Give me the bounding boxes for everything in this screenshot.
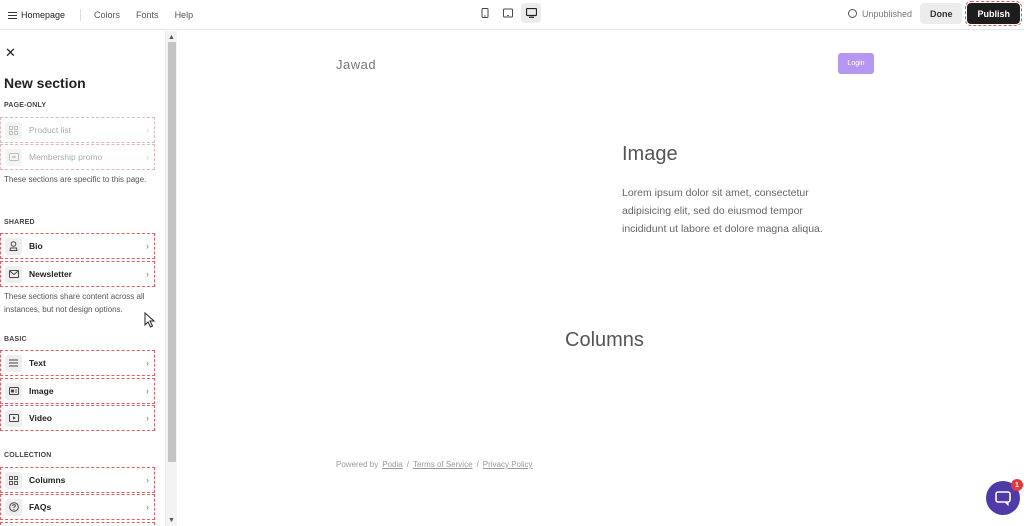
top-bar-right: Unpublished Done Publish <box>847 1 1022 26</box>
section-item-text[interactable]: Text › <box>0 350 155 376</box>
chevron-right-icon: › <box>146 413 149 423</box>
done-button[interactable]: Done <box>919 3 963 24</box>
hamburger-menu-icon <box>8 11 17 19</box>
page-preview: Jawad Login Image Lorem ipsum dolor sit … <box>177 31 1024 526</box>
section-item-label: Text <box>29 358 46 368</box>
chevron-right-icon: › <box>146 502 149 512</box>
section-item-label: FAQs <box>29 502 52 512</box>
section-item-label: Image <box>29 386 54 396</box>
notification-badge: 1 <box>1011 479 1023 491</box>
device-switcher <box>475 3 541 23</box>
mobile-view-button[interactable] <box>475 3 495 23</box>
grid-icon <box>5 121 22 139</box>
section-item-faqs[interactable]: FAQs › <box>0 494 155 520</box>
terms-link[interactable]: Terms of Service <box>413 460 473 469</box>
section-item-label: Bio <box>29 241 43 251</box>
person-icon <box>5 237 22 255</box>
scroll-up-arrow-icon[interactable]: ▲ <box>168 34 175 41</box>
image-section-title[interactable]: Image <box>622 143 678 166</box>
chevron-right-icon: › <box>146 125 149 135</box>
homepage-label: Homepage <box>21 10 66 20</box>
nav-fonts[interactable]: Fonts <box>136 10 159 20</box>
section-item-label: Columns <box>29 475 66 485</box>
footer-separator: / <box>476 460 479 469</box>
section-item-video[interactable]: Video › <box>0 405 155 431</box>
nav-help[interactable]: Help <box>175 10 194 20</box>
group-label-collection: COLLECTION <box>4 452 52 459</box>
new-section-panel: ✕ New section PAGE-ONLY Product list › M… <box>0 31 165 526</box>
section-item-label: Membership promo <box>29 152 103 162</box>
text-lines-icon <box>5 354 22 372</box>
section-item-label: Newsletter <box>29 269 72 279</box>
publish-button[interactable]: Publish <box>965 1 1022 26</box>
panel-title: New section <box>4 75 86 91</box>
group-label-shared: SHARED <box>4 219 35 226</box>
status-circle-icon <box>847 9 857 18</box>
tablet-view-button[interactable] <box>498 3 518 23</box>
chevron-right-icon: › <box>146 269 149 279</box>
grid-icon <box>5 471 22 489</box>
group-label-basic: BASIC <box>4 336 27 343</box>
group-label-page-only: PAGE-ONLY <box>4 102 47 109</box>
top-bar: Homepage Colors Fonts Help Unpublished D… <box>0 0 1024 30</box>
video-icon <box>5 409 22 427</box>
footer-separator: / <box>406 460 409 469</box>
shared-note: These sections share content across all … <box>4 292 145 314</box>
chevron-right-icon: › <box>146 358 149 368</box>
columns-section-title[interactable]: Columns <box>565 329 644 352</box>
site-brand[interactable]: Jawad <box>336 57 376 72</box>
login-button[interactable]: Login <box>838 53 874 74</box>
status-label: Unpublished <box>861 8 912 19</box>
mouse-cursor-icon <box>144 312 156 328</box>
desktop-view-button[interactable] <box>521 3 541 23</box>
section-item-membership-promo[interactable]: Membership promo › <box>0 144 155 170</box>
publish-status: Unpublished <box>847 8 912 19</box>
section-item-label: Video <box>29 413 52 423</box>
section-item-columns[interactable]: Columns › <box>0 467 155 493</box>
chevron-right-icon: › <box>146 386 149 396</box>
desktop-icon <box>525 8 537 18</box>
phone-icon <box>481 8 489 18</box>
close-icon[interactable]: ✕ <box>5 46 16 59</box>
page-footer: Powered by Podia / Terms of Service / Pr… <box>336 460 533 469</box>
chat-launcher-button[interactable]: 1 <box>986 479 1023 515</box>
tablet-icon <box>503 8 513 18</box>
question-icon <box>5 498 22 516</box>
chat-icon <box>995 490 1011 506</box>
page-only-note: These sections are specific to this page… <box>4 175 147 184</box>
chevron-right-icon: › <box>146 241 149 251</box>
section-item-bio[interactable]: Bio › <box>0 233 155 259</box>
section-item-label: Product list <box>29 125 72 135</box>
powered-by-label: Powered by <box>336 460 379 469</box>
mail-icon <box>5 265 22 283</box>
section-item-product-list[interactable]: Product list › <box>0 117 155 143</box>
panel-scrollbar[interactable]: ▲ ▼ <box>165 31 177 526</box>
privacy-link[interactable]: Privacy Policy <box>483 460 533 469</box>
homepage-menu-button[interactable]: Homepage <box>8 10 65 20</box>
image-section-text[interactable]: Lorem ipsum dolor sit amet, consectetur … <box>622 184 847 238</box>
chevron-right-icon: › <box>146 475 149 485</box>
scroll-down-arrow-icon[interactable]: ▼ <box>168 517 175 524</box>
image-icon <box>5 382 22 400</box>
nav-colors[interactable]: Colors <box>94 10 120 20</box>
divider <box>80 9 82 21</box>
podia-link[interactable]: Podia <box>382 460 402 469</box>
section-item-more[interactable] <box>0 522 155 526</box>
scrollbar-thumb[interactable] <box>168 42 176 462</box>
top-bar-left: Homepage Colors Fonts Help <box>8 0 209 30</box>
section-item-image[interactable]: Image › <box>0 378 155 404</box>
section-item-newsletter[interactable]: Newsletter › <box>0 261 155 287</box>
chevron-right-icon: › <box>146 152 149 162</box>
card-icon <box>5 148 22 166</box>
